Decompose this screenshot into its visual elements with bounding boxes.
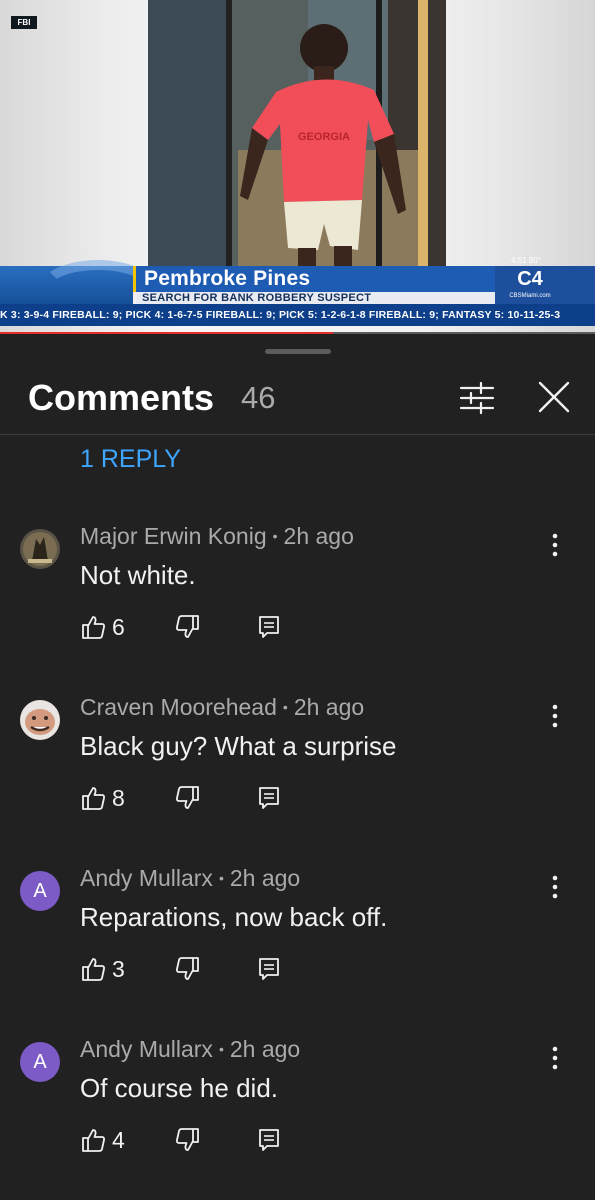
fbi-watermark: FBI	[11, 16, 37, 29]
more-options-icon[interactable]	[545, 529, 565, 561]
comment-item: Craven Moorehead • 2h ago Black guy? What …	[0, 694, 595, 862]
sort-filter-button[interactable]	[455, 375, 499, 419]
cbs-eye-graphic	[0, 260, 158, 320]
news-lower-third: Pembroke Pines SEARCH FOR BANK ROBBERY S…	[0, 256, 595, 320]
comments-title: Comments	[28, 377, 215, 418]
surveillance-image: GEORGIA	[148, 0, 446, 266]
thumbs-up-icon[interactable]	[80, 1127, 106, 1153]
view-replies-link[interactable]: 1 REPLY	[80, 445, 181, 474]
comment-meta: Major Erwin Konig • 2h ago	[80, 523, 354, 549]
like-count: 4	[112, 1127, 125, 1153]
comment-meta: Andy Mullarx • 2h ago	[80, 1036, 301, 1062]
like-count: 8	[112, 785, 125, 811]
comment-author[interactable]: Major Erwin Konig	[80, 523, 267, 549]
comment-text: Reparations, now back off.	[80, 902, 388, 932]
comment-text: Black guy? What a surprise	[80, 731, 397, 761]
more-options-icon[interactable]	[545, 700, 565, 732]
avatar[interactable]	[20, 700, 60, 740]
thumbs-up-icon[interactable]	[80, 956, 106, 982]
comment-time: 2h ago	[229, 865, 301, 891]
video-progress-fill	[0, 332, 334, 334]
comment-text: Of course he did.	[80, 1073, 278, 1103]
thumbs-up-icon[interactable]	[80, 785, 106, 811]
drag-handle[interactable]	[265, 349, 331, 354]
sliders-icon	[459, 381, 495, 415]
thumbs-down-icon[interactable]	[175, 614, 201, 640]
comment-item: A Andy Mullarx • 2h ago Of course he did. …	[0, 1036, 595, 1200]
reply-icon[interactable]	[258, 1128, 280, 1152]
thumbs-down-icon[interactable]	[175, 785, 201, 811]
avatar[interactable]: A	[20, 871, 60, 911]
more-options-icon[interactable]	[545, 1042, 565, 1074]
headline-bar: SEARCH FOR BANK ROBBERY SUSPECT	[136, 292, 495, 304]
comment-time: 2h ago	[229, 1036, 301, 1062]
reply-icon[interactable]	[258, 957, 280, 981]
comment-author[interactable]: Craven Moorehead	[80, 694, 277, 720]
location-title: Pembroke Pines	[144, 267, 311, 290]
video-player[interactable]: GEORGIA FBI Pembroke Pines SEARCH FOR BA…	[0, 0, 595, 334]
comments-header: Comments 46	[0, 367, 595, 433]
location-banner: Pembroke Pines	[133, 266, 495, 292]
comments-count: 46	[241, 380, 276, 415]
comment-author[interactable]: Andy Mullarx	[80, 1036, 213, 1062]
station-website: CBSMiami.com	[509, 293, 551, 299]
close-icon	[538, 381, 570, 413]
comment-author[interactable]: Andy Mullarx	[80, 865, 213, 891]
header-divider	[0, 434, 595, 435]
like-count: 3	[112, 956, 125, 982]
thumbs-down-icon[interactable]	[175, 1127, 201, 1153]
comment-time: 2h ago	[283, 523, 354, 549]
svg-text:GEORGIA: GEORGIA	[298, 131, 350, 143]
avatar[interactable]	[20, 529, 60, 569]
comments-sheet: Comments 46 1 REPLY Major Erwin Konig • …	[0, 337, 595, 1200]
video-progress-bar[interactable]	[0, 332, 595, 334]
reply-icon[interactable]	[258, 615, 280, 639]
reply-icon[interactable]	[258, 786, 280, 810]
thumbs-down-icon[interactable]	[175, 956, 201, 982]
clock-temperature: 4:51 80°	[511, 256, 541, 265]
comment-text: Not white.	[80, 560, 196, 590]
lottery-ticker: K 3: 3-9-4 FIREBALL: 9; PICK 4: 1-6-7-5 …	[0, 304, 595, 326]
comment-item: A Andy Mullarx • 2h ago Reparations, now b…	[0, 865, 595, 1033]
comment-time: 2h ago	[293, 694, 365, 720]
close-button[interactable]	[532, 375, 576, 419]
like-count: 6	[112, 614, 125, 640]
channel-logo: C4	[517, 268, 543, 290]
avatar[interactable]: A	[20, 1042, 60, 1082]
comment-meta: Craven Moorehead • 2h ago	[80, 694, 365, 720]
more-options-icon[interactable]	[545, 871, 565, 903]
comment-meta: Andy Mullarx • 2h ago	[80, 865, 301, 891]
thumbs-up-icon[interactable]	[80, 614, 106, 640]
comment-item: Major Erwin Konig • 2h ago Not white. 6	[0, 523, 595, 691]
